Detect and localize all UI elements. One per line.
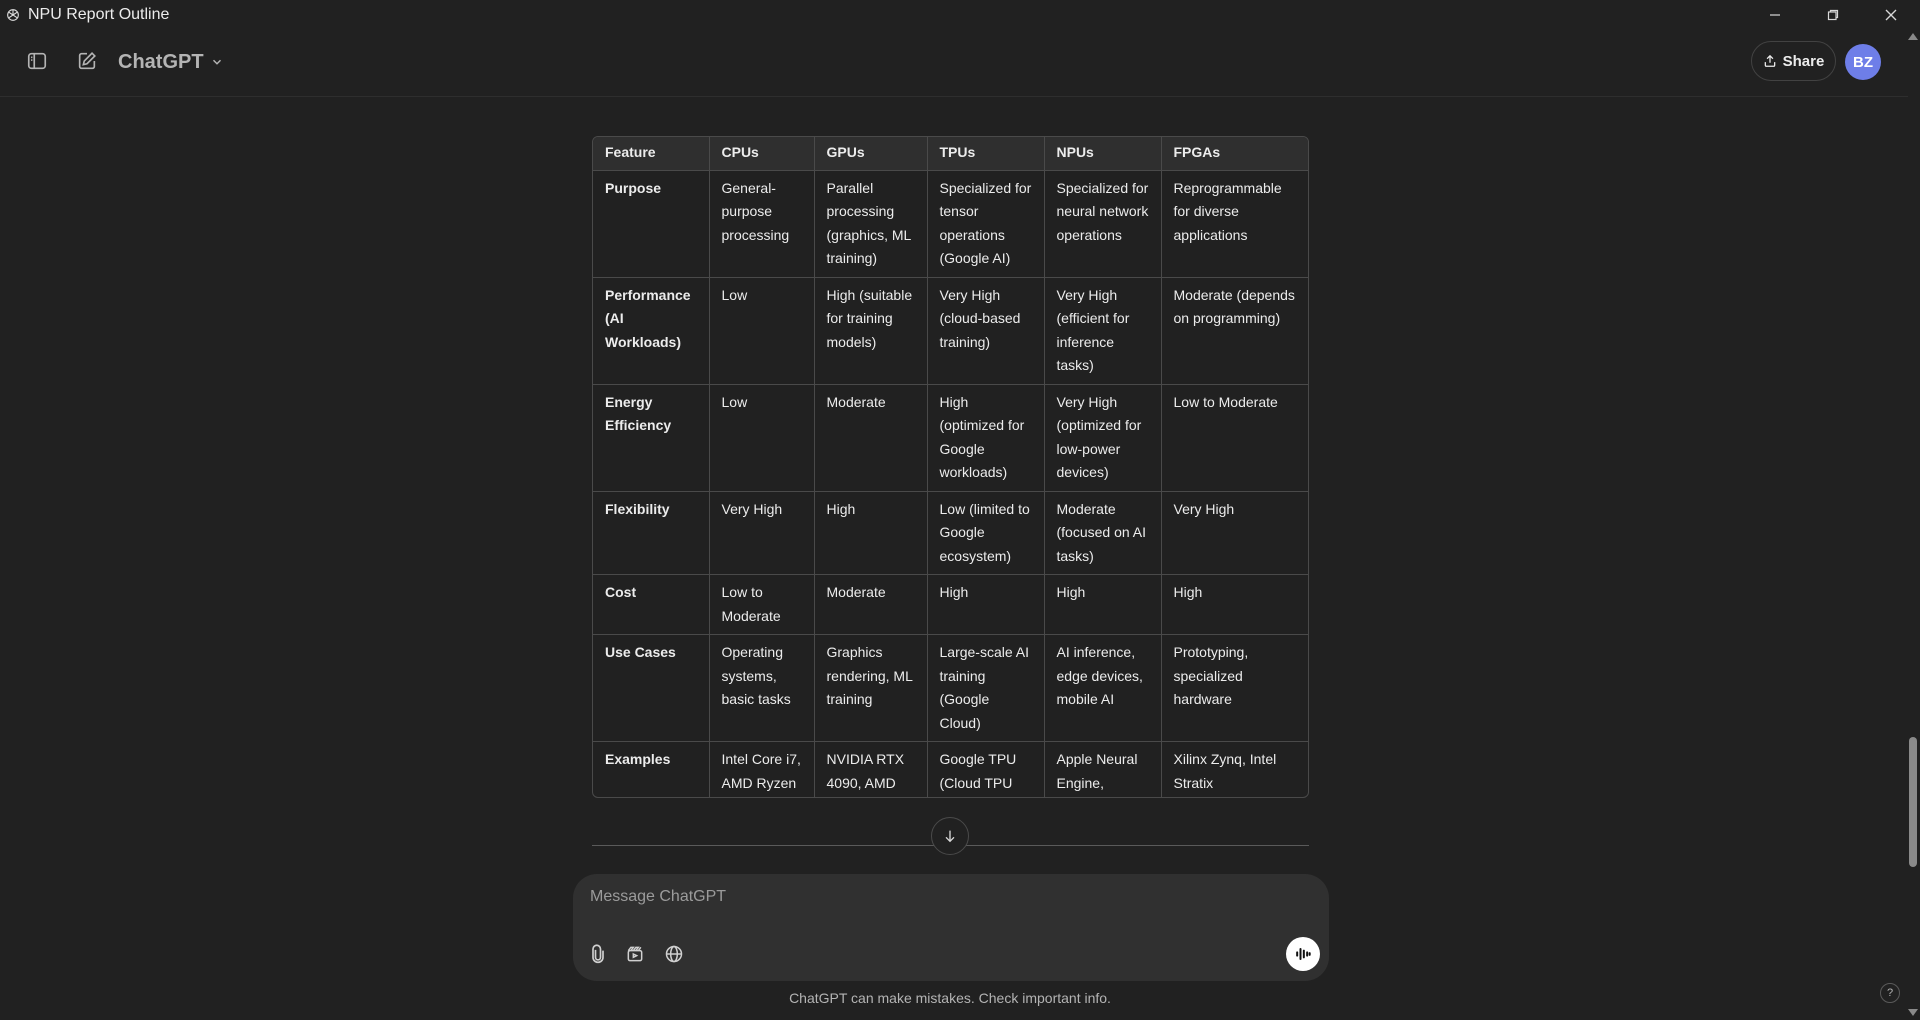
column-header: TPUs bbox=[927, 137, 1045, 171]
minimize-button[interactable] bbox=[1746, 0, 1804, 29]
table-cell: Xilinx Zynq, Intel Stratix bbox=[1173, 751, 1277, 791]
table-cell: Reprogrammable for diverse applications bbox=[1161, 170, 1308, 278]
table-cell: General-purpose processing bbox=[709, 170, 815, 278]
scrollbar[interactable] bbox=[1905, 29, 1920, 1020]
table-cell: Moderate bbox=[814, 384, 928, 492]
share-icon bbox=[1764, 54, 1775, 67]
table-cell: Google TPU (Cloud TPU v4) bbox=[927, 741, 1045, 797]
scroll-up-arrow-icon[interactable] bbox=[1908, 33, 1918, 40]
window-controls bbox=[1746, 0, 1920, 29]
table-cell: Low to Moderate bbox=[1161, 384, 1308, 492]
message-input[interactable]: Message ChatGPT bbox=[590, 888, 726, 906]
window-title: NPU Report Outline bbox=[28, 5, 170, 23]
table-cell: Very High (optimized for low-power devic… bbox=[1044, 384, 1162, 492]
table-cell: Moderate bbox=[814, 574, 928, 635]
arrow-down-icon bbox=[945, 830, 955, 843]
edit-icon bbox=[78, 52, 96, 70]
model-switcher[interactable]: ChatGPT bbox=[118, 47, 224, 77]
table-cell: High bbox=[927, 574, 1045, 635]
row-header-cell: Purpose bbox=[593, 170, 710, 278]
new-chat-button[interactable] bbox=[69, 43, 105, 79]
chatgpt-logo-icon bbox=[3, 5, 23, 25]
attach-button[interactable] bbox=[582, 938, 614, 970]
disclaimer-text: ChatGPT can make mistakes. Check importa… bbox=[789, 990, 1111, 1006]
search-web-button[interactable] bbox=[658, 938, 690, 970]
table-cell: Parallel processing (graphics, ML traini… bbox=[814, 170, 928, 278]
table-cell: Very High (cloud-based training) bbox=[927, 277, 1045, 385]
table-cell: Prototyping, specialized hardware bbox=[1161, 634, 1308, 742]
table-cell: NVIDIA RTX 4090, AMD Radeon bbox=[814, 741, 928, 797]
table-cell: Large-scale AI training (Google Cloud) bbox=[927, 634, 1045, 742]
scrollbar-thumb[interactable] bbox=[1909, 737, 1917, 867]
close-button[interactable] bbox=[1862, 0, 1920, 29]
table-cell: Very High bbox=[709, 491, 815, 575]
row-header-cell: Energy Efficiency bbox=[593, 384, 710, 492]
table-cell: High bbox=[1044, 574, 1162, 635]
table-cell: Very High bbox=[1161, 491, 1308, 575]
table-cell: Apple Neural Engine, Huawei Kirin NPU bbox=[1044, 741, 1162, 797]
table-cell: Operating systems, basic tasks bbox=[709, 634, 815, 742]
table-cell: Graphics rendering, ML training bbox=[814, 634, 928, 742]
table-row: Use Cases Operating systems, basic tasks… bbox=[593, 634, 1308, 742]
table-row: Performance (AI Workloads) Low High (sui… bbox=[593, 277, 1308, 385]
table-cell: Low bbox=[709, 277, 815, 385]
row-header-cell: Cost bbox=[593, 574, 710, 635]
table-cell: Low (limited to Google ecosystem) bbox=[927, 491, 1045, 575]
table-cell: Specialized for tensor operations (Googl… bbox=[927, 170, 1045, 278]
title-bar: NPU Report Outline bbox=[0, 0, 1920, 29]
table-cell: Moderate (focused on AI tasks) bbox=[1044, 491, 1162, 575]
table-row: Examples Intel Core i7, AMD Ryzen NVIDIA… bbox=[593, 741, 1308, 797]
row-header-cell: Performance (AI Workloads) bbox=[593, 277, 710, 385]
chevron-down-icon bbox=[212, 59, 221, 65]
scroll-down-arrow-icon[interactable] bbox=[1908, 1009, 1918, 1016]
restore-button[interactable] bbox=[1804, 0, 1862, 29]
table-row: Purpose General-purpose processing Paral… bbox=[593, 170, 1308, 278]
help-button[interactable]: ? bbox=[1880, 983, 1900, 1003]
row-header-cell: Flexibility bbox=[593, 491, 710, 575]
column-header: CPUs bbox=[709, 137, 815, 171]
paperclip-icon bbox=[592, 944, 604, 964]
table-cell: AI inference, edge devices, mobile AI bbox=[1044, 634, 1162, 742]
table-row: Flexibility Very High High Low (limited … bbox=[593, 491, 1308, 575]
tools-button[interactable] bbox=[619, 938, 651, 970]
chat-header: ChatGPT Share BZ bbox=[0, 29, 1908, 97]
comparison-table: Feature CPUs GPUs TPUs NPUs FPGAs Purpos… bbox=[592, 136, 1309, 798]
table-cell: Intel Core i7, AMD Ryzen bbox=[709, 741, 815, 797]
table-header-row: Feature CPUs GPUs TPUs NPUs FPGAs bbox=[593, 137, 1308, 171]
table-row: Cost Low to Moderate Moderate High High … bbox=[593, 574, 1308, 635]
clapperboard-icon bbox=[627, 946, 643, 962]
scroll-to-bottom-button[interactable] bbox=[931, 817, 969, 855]
sidebar-icon bbox=[27, 52, 47, 70]
globe-icon bbox=[665, 945, 683, 963]
table-cell: Specialized for neural network operation… bbox=[1044, 170, 1162, 278]
share-label: Share bbox=[1782, 52, 1825, 70]
table-cell: High bbox=[1161, 574, 1308, 635]
row-header-cell: Examples bbox=[593, 741, 710, 797]
table-cell: High (optimized for Google workloads) bbox=[927, 384, 1045, 492]
voice-waveform-icon bbox=[1296, 948, 1311, 960]
table-cell: Low to Moderate bbox=[709, 574, 815, 635]
model-label: ChatGPT bbox=[118, 50, 204, 73]
avatar[interactable]: BZ bbox=[1845, 44, 1881, 80]
table-cell: High (suitable for training models) bbox=[814, 277, 928, 385]
column-header: Feature bbox=[593, 137, 710, 171]
message-composer[interactable]: Message ChatGPT bbox=[573, 874, 1329, 981]
column-header: GPUs bbox=[814, 137, 928, 171]
toggle-sidebar-button[interactable] bbox=[19, 43, 55, 79]
table-cell: High bbox=[814, 491, 928, 575]
table-row: Energy Efficiency Low Moderate High (opt… bbox=[593, 384, 1308, 492]
row-header-cell: Use Cases bbox=[593, 634, 710, 742]
voice-mode-button[interactable] bbox=[1286, 937, 1320, 971]
column-header: NPUs bbox=[1044, 137, 1162, 171]
table-cell: Moderate (depends on programming) bbox=[1161, 277, 1308, 385]
share-button[interactable]: Share bbox=[1751, 41, 1836, 81]
column-header: FPGAs bbox=[1161, 137, 1308, 171]
table-cell: Low bbox=[709, 384, 815, 492]
table-cell: Very High (efficient for inference tasks… bbox=[1044, 277, 1162, 385]
